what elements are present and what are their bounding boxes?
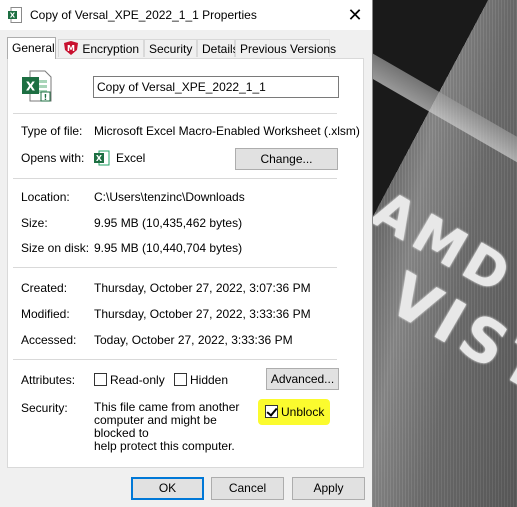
created-value: Thursday, October 27, 2022, 3:07:36 PM (94, 281, 311, 295)
unblock-label[interactable]: Unblock (281, 405, 324, 419)
svg-text:!: ! (44, 93, 48, 102)
size-on-disk-label: Size on disk: (21, 241, 90, 255)
read-only-checkbox[interactable] (94, 373, 107, 386)
divider (13, 359, 337, 360)
tab-label: Security (149, 42, 193, 56)
divider (13, 267, 337, 268)
unblock-checkbox[interactable] (265, 405, 278, 418)
tab-previous-versions[interactable]: Previous Versions (235, 39, 336, 57)
location-value: C:\Users\tenzinc\Downloads (94, 190, 245, 204)
accessed-label: Accessed: (21, 333, 77, 347)
modified-value: Thursday, October 27, 2022, 3:33:36 PM (94, 307, 311, 321)
change-button[interactable]: Change... (235, 148, 338, 170)
svg-text:X: X (26, 80, 36, 94)
tab-encryption[interactable]: M Encryption (58, 39, 144, 57)
shield-icon: M (64, 41, 78, 55)
cancel-button[interactable]: Cancel (211, 477, 284, 500)
close-button[interactable]: ✕ (344, 4, 366, 26)
excel-app-icon: X (94, 150, 110, 166)
modified-label: Modified: (21, 307, 70, 321)
security-warning-text: This file came from another computer and… (94, 400, 240, 453)
excel-file-icon: X (8, 7, 22, 23)
properties-dialog: X Copy of Versal_XPE_2022_1_1 Properties… (0, 0, 373, 507)
divider (13, 113, 337, 114)
tab-security[interactable]: Security (144, 39, 197, 57)
divider (13, 178, 337, 179)
type-of-file-label: Type of file: (21, 124, 83, 138)
desktop-background-photo: AMD VISTI (372, 0, 517, 507)
svg-text:X: X (10, 12, 16, 20)
tab-label: Details (202, 42, 239, 56)
svg-text:M: M (67, 44, 75, 53)
title-bar[interactable]: X Copy of Versal_XPE_2022_1_1 Properties… (0, 0, 372, 30)
hidden-checkbox[interactable] (174, 373, 187, 386)
tab-label: Encryption (82, 42, 140, 56)
chip-edge (372, 30, 517, 180)
tab-label: Previous Versions (240, 42, 337, 56)
advanced-button[interactable]: Advanced... (266, 368, 339, 390)
type-of-file-value: Microsoft Excel Macro-Enabled Worksheet … (94, 124, 360, 138)
size-on-disk-value: 9.95 MB (10,440,704 bytes) (94, 241, 243, 255)
hidden-label[interactable]: Hidden (190, 373, 228, 387)
security-label: Security: (21, 401, 68, 415)
size-label: Size: (21, 216, 48, 230)
svg-text:X: X (96, 154, 103, 163)
excel-file-icon: X ! (22, 70, 52, 102)
accessed-value: Today, October 27, 2022, 3:33:36 PM (94, 333, 293, 347)
read-only-label[interactable]: Read-only (110, 373, 165, 387)
apply-button[interactable]: Apply (292, 477, 365, 500)
created-label: Created: (21, 281, 68, 295)
tab-details[interactable]: Details (197, 39, 239, 57)
tab-label: General (12, 41, 55, 55)
ok-button[interactable]: OK (131, 477, 204, 500)
window-title: Copy of Versal_XPE_2022_1_1 Properties (30, 8, 257, 22)
file-name-input[interactable] (93, 76, 339, 98)
size-value: 9.95 MB (10,435,462 bytes) (94, 216, 243, 230)
opens-with-value: Excel (116, 151, 146, 165)
tab-general[interactable]: General (7, 37, 56, 59)
opens-with-label: Opens with: (21, 151, 85, 165)
close-icon: ✕ (347, 5, 363, 25)
attributes-label: Attributes: (21, 373, 76, 387)
location-label: Location: (21, 190, 70, 204)
